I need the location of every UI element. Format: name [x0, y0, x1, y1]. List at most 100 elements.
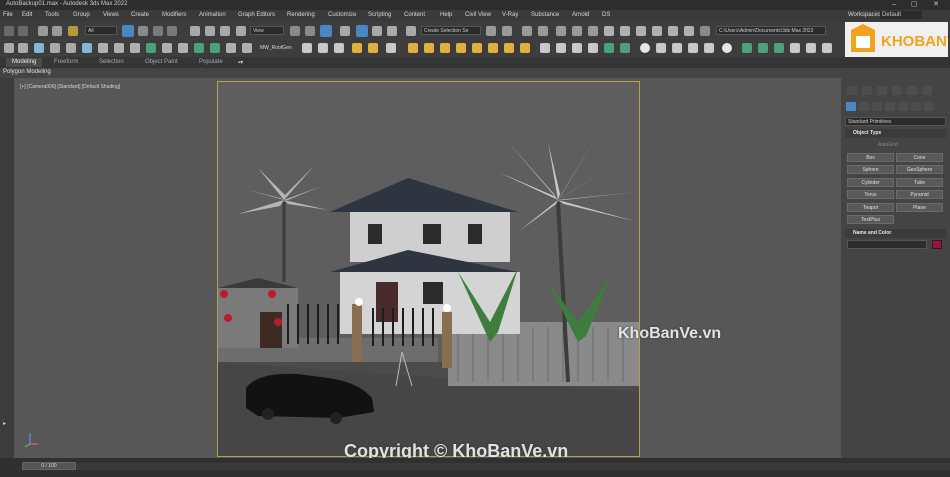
percent-snap-icon[interactable] — [372, 26, 382, 36]
vray-logo-icon[interactable] — [722, 43, 732, 53]
material-toolbar-icon[interactable] — [604, 43, 614, 53]
cameras-category-icon[interactable] — [885, 102, 895, 111]
reference-coordinate-dropdown[interactable]: View — [250, 26, 284, 35]
display-tab-icon[interactable] — [907, 86, 917, 95]
tube-button[interactable]: Tube — [896, 178, 943, 187]
light-toolbar-icon[interactable] — [440, 43, 450, 53]
tab-populate[interactable]: Populate — [199, 59, 223, 65]
menu-views[interactable]: Views — [103, 12, 119, 18]
lights-category-icon[interactable] — [872, 102, 882, 111]
vray-toolbar-icon[interactable] — [18, 43, 28, 53]
bind-space-warp-icon[interactable] — [68, 26, 78, 36]
hierarchy-tab-icon[interactable] — [877, 86, 887, 95]
render-toolbar-icon[interactable] — [386, 43, 396, 53]
selection-filter-dropdown[interactable]: All — [85, 26, 117, 35]
maximize-icon[interactable]: ▢ — [906, 0, 922, 10]
menu-rendering[interactable]: Rendering — [287, 12, 315, 18]
vray-toolbar-icon[interactable] — [242, 43, 252, 53]
viewport-layout-strip[interactable]: ▸ — [0, 78, 14, 458]
vray-light-icon[interactable] — [34, 43, 44, 53]
motion-tab-icon[interactable] — [892, 86, 902, 95]
mirror-icon[interactable] — [486, 26, 496, 36]
geometry-category-icon[interactable] — [846, 102, 856, 111]
geometry-toolbar-icon[interactable] — [704, 43, 714, 53]
menu-help[interactable]: Help — [440, 12, 452, 18]
undo-icon[interactable] — [4, 26, 14, 36]
menu-animation[interactable]: Animation — [199, 12, 226, 18]
project-path-dropdown[interactable]: C:\Users\Admin\Documents\3ds Max 2022 — [716, 26, 826, 35]
render-setup-icon[interactable] — [620, 26, 630, 36]
snaps-toggle-icon[interactable] — [340, 26, 350, 36]
object-type-rollout[interactable]: Object Type — [845, 129, 946, 138]
light-toolbar-icon[interactable] — [456, 43, 466, 53]
cone-button[interactable]: Cone — [896, 153, 943, 162]
object-color-swatch[interactable] — [932, 240, 942, 249]
a360-gallery-icon[interactable] — [684, 26, 694, 36]
project-folder-icon[interactable] — [700, 26, 710, 36]
select-by-name-icon[interactable] — [138, 26, 148, 36]
tab-selection[interactable]: Selection — [99, 59, 124, 65]
menu-customize[interactable]: Customize — [328, 12, 356, 18]
material-toolbar-icon[interactable] — [540, 43, 550, 53]
autogrid-checkbox[interactable]: AutoGrid — [878, 142, 898, 148]
render-toolbar-icon[interactable] — [318, 43, 328, 53]
systems-category-icon[interactable] — [924, 102, 934, 111]
angle-snap-icon[interactable] — [356, 25, 368, 37]
light-toolbar-icon[interactable] — [352, 43, 362, 53]
named-selection-set-dropdown[interactable]: Create Selection Se — [421, 26, 481, 35]
material-toolbar-icon[interactable] — [556, 43, 566, 53]
redo-icon[interactable] — [18, 26, 28, 36]
torus-button[interactable]: Torus — [847, 190, 894, 199]
render-production-icon[interactable] — [652, 26, 662, 36]
textplus-button[interactable]: TextPlus — [847, 215, 894, 224]
light-toolbar-icon[interactable] — [408, 43, 418, 53]
cylinder-button[interactable]: Cylinder — [847, 178, 894, 187]
light-toolbar-icon[interactable] — [424, 43, 434, 53]
render-in-cloud-icon[interactable] — [668, 26, 678, 36]
scale-icon[interactable] — [220, 26, 230, 36]
ribbon-options-icon[interactable]: ▪▾ — [238, 59, 243, 66]
material-toolbar-icon[interactable] — [620, 43, 630, 53]
place-icon[interactable] — [236, 26, 246, 36]
scene-explorer-icon[interactable] — [522, 26, 532, 36]
space-warps-category-icon[interactable] — [911, 102, 921, 111]
menu-civil-view[interactable]: Civil View — [465, 12, 491, 18]
vray-toolbar-icon[interactable] — [4, 43, 14, 53]
tab-object-paint[interactable]: Object Paint — [145, 59, 178, 65]
schematic-view-icon[interactable] — [588, 26, 598, 36]
menu-create[interactable]: Create — [131, 12, 149, 18]
vray-toolbar-icon[interactable] — [82, 43, 92, 53]
script-toolbar-icon[interactable] — [806, 43, 816, 53]
menu-vray[interactable]: V-Ray — [502, 12, 518, 18]
light-toolbar-icon[interactable] — [472, 43, 482, 53]
workspaces-dropdown[interactable]: Default — [880, 11, 922, 19]
shapes-category-icon[interactable] — [859, 102, 869, 111]
minimize-icon[interactable]: – — [886, 0, 902, 10]
menu-arnold[interactable]: Arnold — [572, 12, 589, 18]
menu-modifiers[interactable]: Modifiers — [162, 12, 186, 18]
vray-toolbar-icon[interactable] — [226, 43, 236, 53]
pyramid-button[interactable]: Pyramid — [896, 190, 943, 199]
select-manipulate-icon[interactable] — [305, 26, 315, 36]
light-toolbar-icon[interactable] — [368, 43, 378, 53]
tab-freeform[interactable]: Freeform — [54, 59, 78, 65]
vray-toolbar-icon[interactable] — [114, 43, 124, 53]
close-icon[interactable]: ✕ — [928, 0, 944, 10]
menu-scripting[interactable]: Scripting — [368, 12, 391, 18]
tab-modeling[interactable]: Modeling — [6, 58, 43, 67]
material-editor-icon[interactable] — [604, 26, 614, 36]
geosphere-button[interactable]: GeoSphere — [896, 165, 943, 174]
timeline-track[interactable] — [76, 463, 950, 470]
move-icon[interactable] — [190, 26, 200, 36]
teapot-button[interactable]: Teapot — [847, 203, 894, 212]
modifier-label[interactable]: MW_RoofGen — [260, 45, 292, 51]
vray-toolbar-icon[interactable] — [194, 43, 204, 53]
vray-toolbar-icon[interactable] — [178, 43, 188, 53]
material-toolbar-icon[interactable] — [572, 43, 582, 53]
vray-toolbar-icon[interactable] — [66, 43, 76, 53]
vray-toolbar-icon[interactable] — [162, 43, 172, 53]
align-icon[interactable] — [502, 26, 512, 36]
unlink-icon[interactable] — [52, 26, 62, 36]
material-toolbar-icon[interactable] — [588, 43, 598, 53]
window-crossing-icon[interactable] — [167, 26, 177, 36]
